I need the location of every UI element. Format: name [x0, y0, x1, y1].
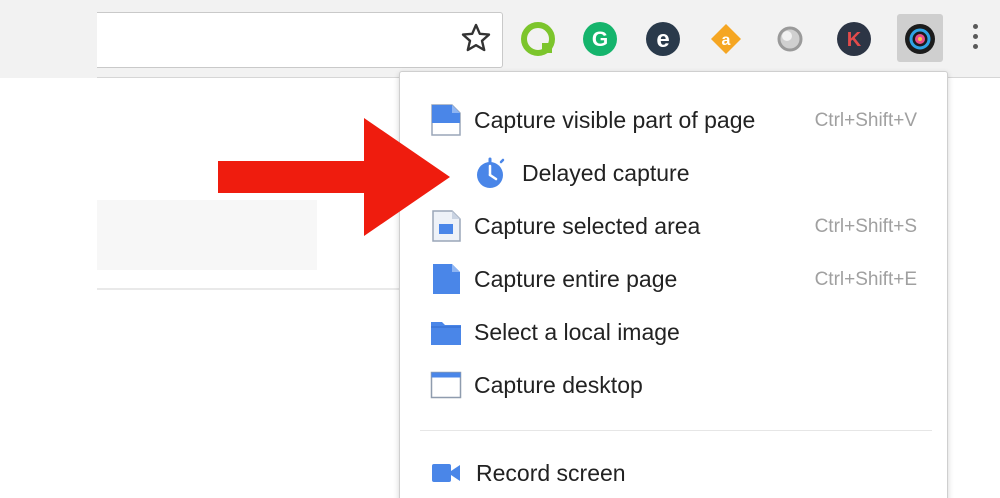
menu-item-label: Capture entire page — [474, 266, 678, 292]
gray-circle-extension-icon[interactable] — [772, 21, 808, 57]
folder-icon — [431, 322, 461, 345]
menu-item-capture-selected[interactable]: Capture selected area Ctrl+Shift+S — [400, 202, 947, 250]
menu-item-capture-desktop[interactable]: Capture desktop — [400, 361, 947, 409]
svg-text:e: e — [656, 26, 669, 53]
evernote-extension-icon[interactable]: e — [645, 21, 681, 57]
menu-item-select-local-image[interactable]: Select a local image — [400, 308, 947, 356]
capture-menu: Capture visible part of page Ctrl+Shift+… — [399, 71, 948, 498]
menu-item-label: Select a local image — [474, 319, 680, 345]
menu-item-label: Capture desktop — [474, 372, 643, 398]
menu-item-label: Record screen — [476, 460, 626, 486]
menu-item-label: Capture visible part of page — [474, 107, 756, 133]
menu-item-capture-visible[interactable]: Capture visible part of page Ctrl+Shift+… — [400, 96, 947, 144]
menu-item-capture-entire[interactable]: Capture entire page Ctrl+Shift+E — [400, 255, 947, 303]
browser-screenshot: G e a K Capture visible part of page Ctr… — [0, 0, 1000, 498]
page-divider — [97, 288, 417, 290]
menu-item-label: Delayed capture — [522, 160, 690, 186]
menu-item-record-screen[interactable]: Record screen — [400, 449, 947, 497]
grammarly-extension-icon[interactable]: G — [582, 21, 618, 57]
menu-separator — [420, 430, 932, 431]
menu-item-shortcut: Ctrl+Shift+S — [814, 216, 917, 237]
desktop-window-icon — [430, 371, 462, 399]
svg-text:a: a — [722, 32, 731, 49]
address-bar[interactable] — [97, 12, 503, 68]
screenshot-extension-icon[interactable] — [902, 21, 938, 57]
menu-item-shortcut: Ctrl+Shift+V — [814, 110, 917, 131]
capture-entire-icon — [433, 264, 460, 294]
menu-item-label: Capture selected area — [474, 213, 701, 239]
menu-item-shortcut: Ctrl+Shift+E — [814, 269, 917, 290]
quip-extension-icon[interactable] — [520, 21, 556, 57]
timer-icon — [477, 157, 505, 188]
kebab-menu-icon[interactable] — [970, 24, 980, 56]
svg-text:K: K — [847, 29, 862, 51]
amazon-assistant-extension-icon[interactable]: a — [708, 21, 744, 57]
menu-item-delayed-capture[interactable]: Delayed capture — [400, 149, 947, 197]
star-outline-icon[interactable] — [460, 22, 492, 54]
svg-text:G: G — [592, 28, 608, 51]
k-extension-icon[interactable]: K — [836, 21, 872, 57]
red-arrow-pointer — [218, 118, 450, 236]
video-camera-icon — [432, 464, 460, 482]
